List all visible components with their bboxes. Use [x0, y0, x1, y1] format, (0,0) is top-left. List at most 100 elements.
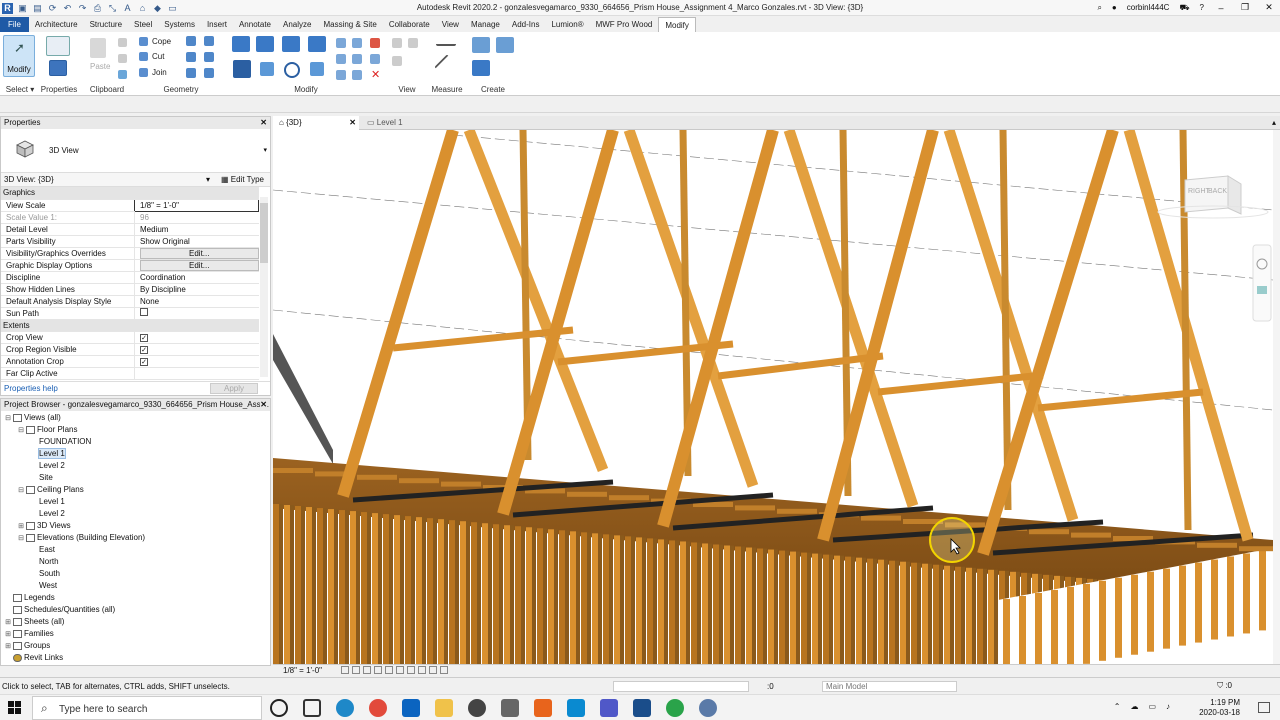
checkbox[interactable]: ✓: [140, 345, 148, 354]
cut-clipboard-icon[interactable]: [118, 38, 127, 47]
cart-icon[interactable]: ⛟: [1179, 3, 1189, 13]
taskbar-search[interactable]: ⌕ Type here to search: [32, 696, 262, 720]
properties-icon[interactable]: [46, 36, 70, 56]
tree-node[interactable]: ⊞ Groups: [1, 640, 270, 652]
instance-dropdown-icon[interactable]: ▾: [206, 173, 210, 187]
property-value[interactable]: 1/8" = 1'-0": [134, 198, 259, 212]
editing-requests[interactable]: :0: [767, 682, 774, 691]
tree-node[interactable]: East: [1, 544, 270, 556]
edit-button[interactable]: Edit...: [140, 247, 259, 258]
property-value[interactable]: ✓: [134, 331, 259, 344]
shadows-icon[interactable]: [374, 666, 382, 674]
delete-icon[interactable]: ✕: [371, 68, 380, 81]
cope-icon[interactable]: [139, 37, 148, 46]
tree-node[interactable]: ⊞ Sheets (all): [1, 616, 270, 628]
create-assembly-icon[interactable]: [472, 37, 490, 53]
property-value[interactable]: None: [134, 295, 259, 308]
help-icon[interactable]: ?: [1200, 3, 1204, 12]
design-option-selector[interactable]: Main Model: [822, 681, 957, 692]
revit-taskbar-icon[interactable]: [633, 699, 651, 717]
tab-level-1[interactable]: ▭ Level 1: [361, 116, 441, 130]
chrome-icon[interactable]: [369, 699, 387, 717]
select-panel-label[interactable]: Select ▾: [0, 85, 40, 94]
teams-icon[interactable]: [600, 699, 618, 717]
demolish-icon[interactable]: [186, 52, 196, 62]
tree-node[interactable]: Revit Links: [1, 652, 270, 664]
tree-node[interactable]: FOUNDATION: [1, 436, 270, 448]
property-value[interactable]: Coordination: [134, 271, 259, 284]
pick-icon[interactable]: [186, 68, 196, 78]
cortana-icon[interactable]: [270, 699, 288, 717]
view-scrollbar[interactable]: [1273, 130, 1280, 664]
tree-node[interactable]: Level 2: [1, 460, 270, 472]
match-type-icon[interactable]: [118, 70, 127, 79]
checkbox[interactable]: ✓: [140, 357, 148, 366]
properties-scrollbar[interactable]: [260, 197, 268, 377]
tab-manage[interactable]: Manage: [465, 17, 506, 32]
property-value[interactable]: Edit...: [134, 247, 259, 260]
override-graphics-icon[interactable]: [392, 38, 402, 48]
property-value[interactable]: Edit...: [134, 259, 259, 272]
offset-icon[interactable]: [256, 36, 274, 52]
cut-label[interactable]: Cut: [152, 52, 164, 61]
mirror-draw-axis-icon[interactable]: [308, 36, 326, 52]
windows-start-icon[interactable]: [8, 701, 21, 714]
instance-selector[interactable]: 3D View: {3D} ▾ ▦ Edit Type: [1, 173, 270, 187]
tab-mwf-pro-wood[interactable]: MWF Pro Wood: [590, 17, 659, 32]
properties-help-link[interactable]: Properties help: [4, 384, 58, 393]
tab-add-ins[interactable]: Add-Ins: [506, 17, 546, 32]
tab-massing-site[interactable]: Massing & Site: [317, 17, 382, 32]
measure-between-icon[interactable]: [436, 38, 456, 46]
file-explorer-icon[interactable]: [435, 699, 453, 717]
filter-icon[interactable]: ⛉ :0: [1217, 681, 1232, 691]
crop-view-icon[interactable]: [396, 666, 404, 674]
create-group-icon[interactable]: [472, 60, 490, 76]
property-value[interactable]: [134, 367, 259, 380]
outlook-icon[interactable]: [402, 699, 420, 717]
property-group-graphics[interactable]: Graphics: [1, 187, 259, 200]
render-icon[interactable]: [385, 666, 393, 674]
move-icon[interactable]: [233, 60, 251, 78]
tab-overflow-icon[interactable]: ▴: [1272, 116, 1276, 130]
linework-icon[interactable]: [392, 56, 402, 66]
unpin-icon[interactable]: [370, 38, 380, 48]
property-value[interactable]: By Discipline: [134, 283, 259, 296]
tab-lumion[interactable]: Lumion®: [545, 17, 589, 32]
edit-type-button[interactable]: ▦ Edit Type: [221, 173, 264, 187]
maximize-button[interactable]: ❐: [1238, 2, 1252, 13]
tree-node[interactable]: South: [1, 568, 270, 580]
edge-icon[interactable]: [336, 699, 354, 717]
tray-chevron-icon[interactable]: ⌃: [1114, 702, 1121, 711]
trim-extend-icon[interactable]: [310, 62, 324, 76]
tree-node[interactable]: ⊟ Elevations (Building Elevation): [1, 532, 270, 544]
property-value[interactable]: ✓: [134, 355, 259, 368]
copy-clipboard-icon[interactable]: [118, 54, 127, 63]
cope-label[interactable]: Cope: [152, 37, 171, 46]
tab-file[interactable]: File: [0, 17, 29, 32]
tab-systems[interactable]: Systems: [158, 17, 201, 32]
tab-collaborate[interactable]: Collaborate: [383, 17, 436, 32]
minimize-button[interactable]: –: [1214, 3, 1228, 13]
workset-selector[interactable]: [613, 681, 749, 692]
edit-button[interactable]: Edit...: [140, 259, 259, 270]
green-app-icon[interactable]: [666, 699, 684, 717]
wall-joins-icon[interactable]: [204, 52, 214, 62]
onedrive-icon[interactable]: ☁: [1130, 702, 1138, 711]
trim-multiple-icon[interactable]: [336, 70, 346, 80]
user-icon[interactable]: ●: [1112, 3, 1117, 12]
app-blue-icon[interactable]: [567, 699, 585, 717]
paste-icon[interactable]: [90, 38, 106, 58]
tree-node[interactable]: ⊞ Families: [1, 628, 270, 640]
tree-node[interactable]: ⊟ Ceiling Plans: [1, 484, 270, 496]
tree-node[interactable]: Level 1: [1, 448, 270, 460]
settings-app-icon[interactable]: [699, 699, 717, 717]
temp-hide-icon[interactable]: [429, 666, 437, 674]
app-h-icon[interactable]: [534, 699, 552, 717]
view-cube[interactable]: RIGHT BACK: [1157, 175, 1269, 219]
tab-insert[interactable]: Insert: [201, 17, 233, 32]
cut-geometry-icon[interactable]: [139, 52, 148, 61]
property-value[interactable]: [134, 307, 259, 320]
tree-node[interactable]: Level 2: [1, 508, 270, 520]
type-dropdown-icon[interactable]: ▾: [263, 146, 267, 154]
unlock-3d-icon[interactable]: [418, 666, 426, 674]
